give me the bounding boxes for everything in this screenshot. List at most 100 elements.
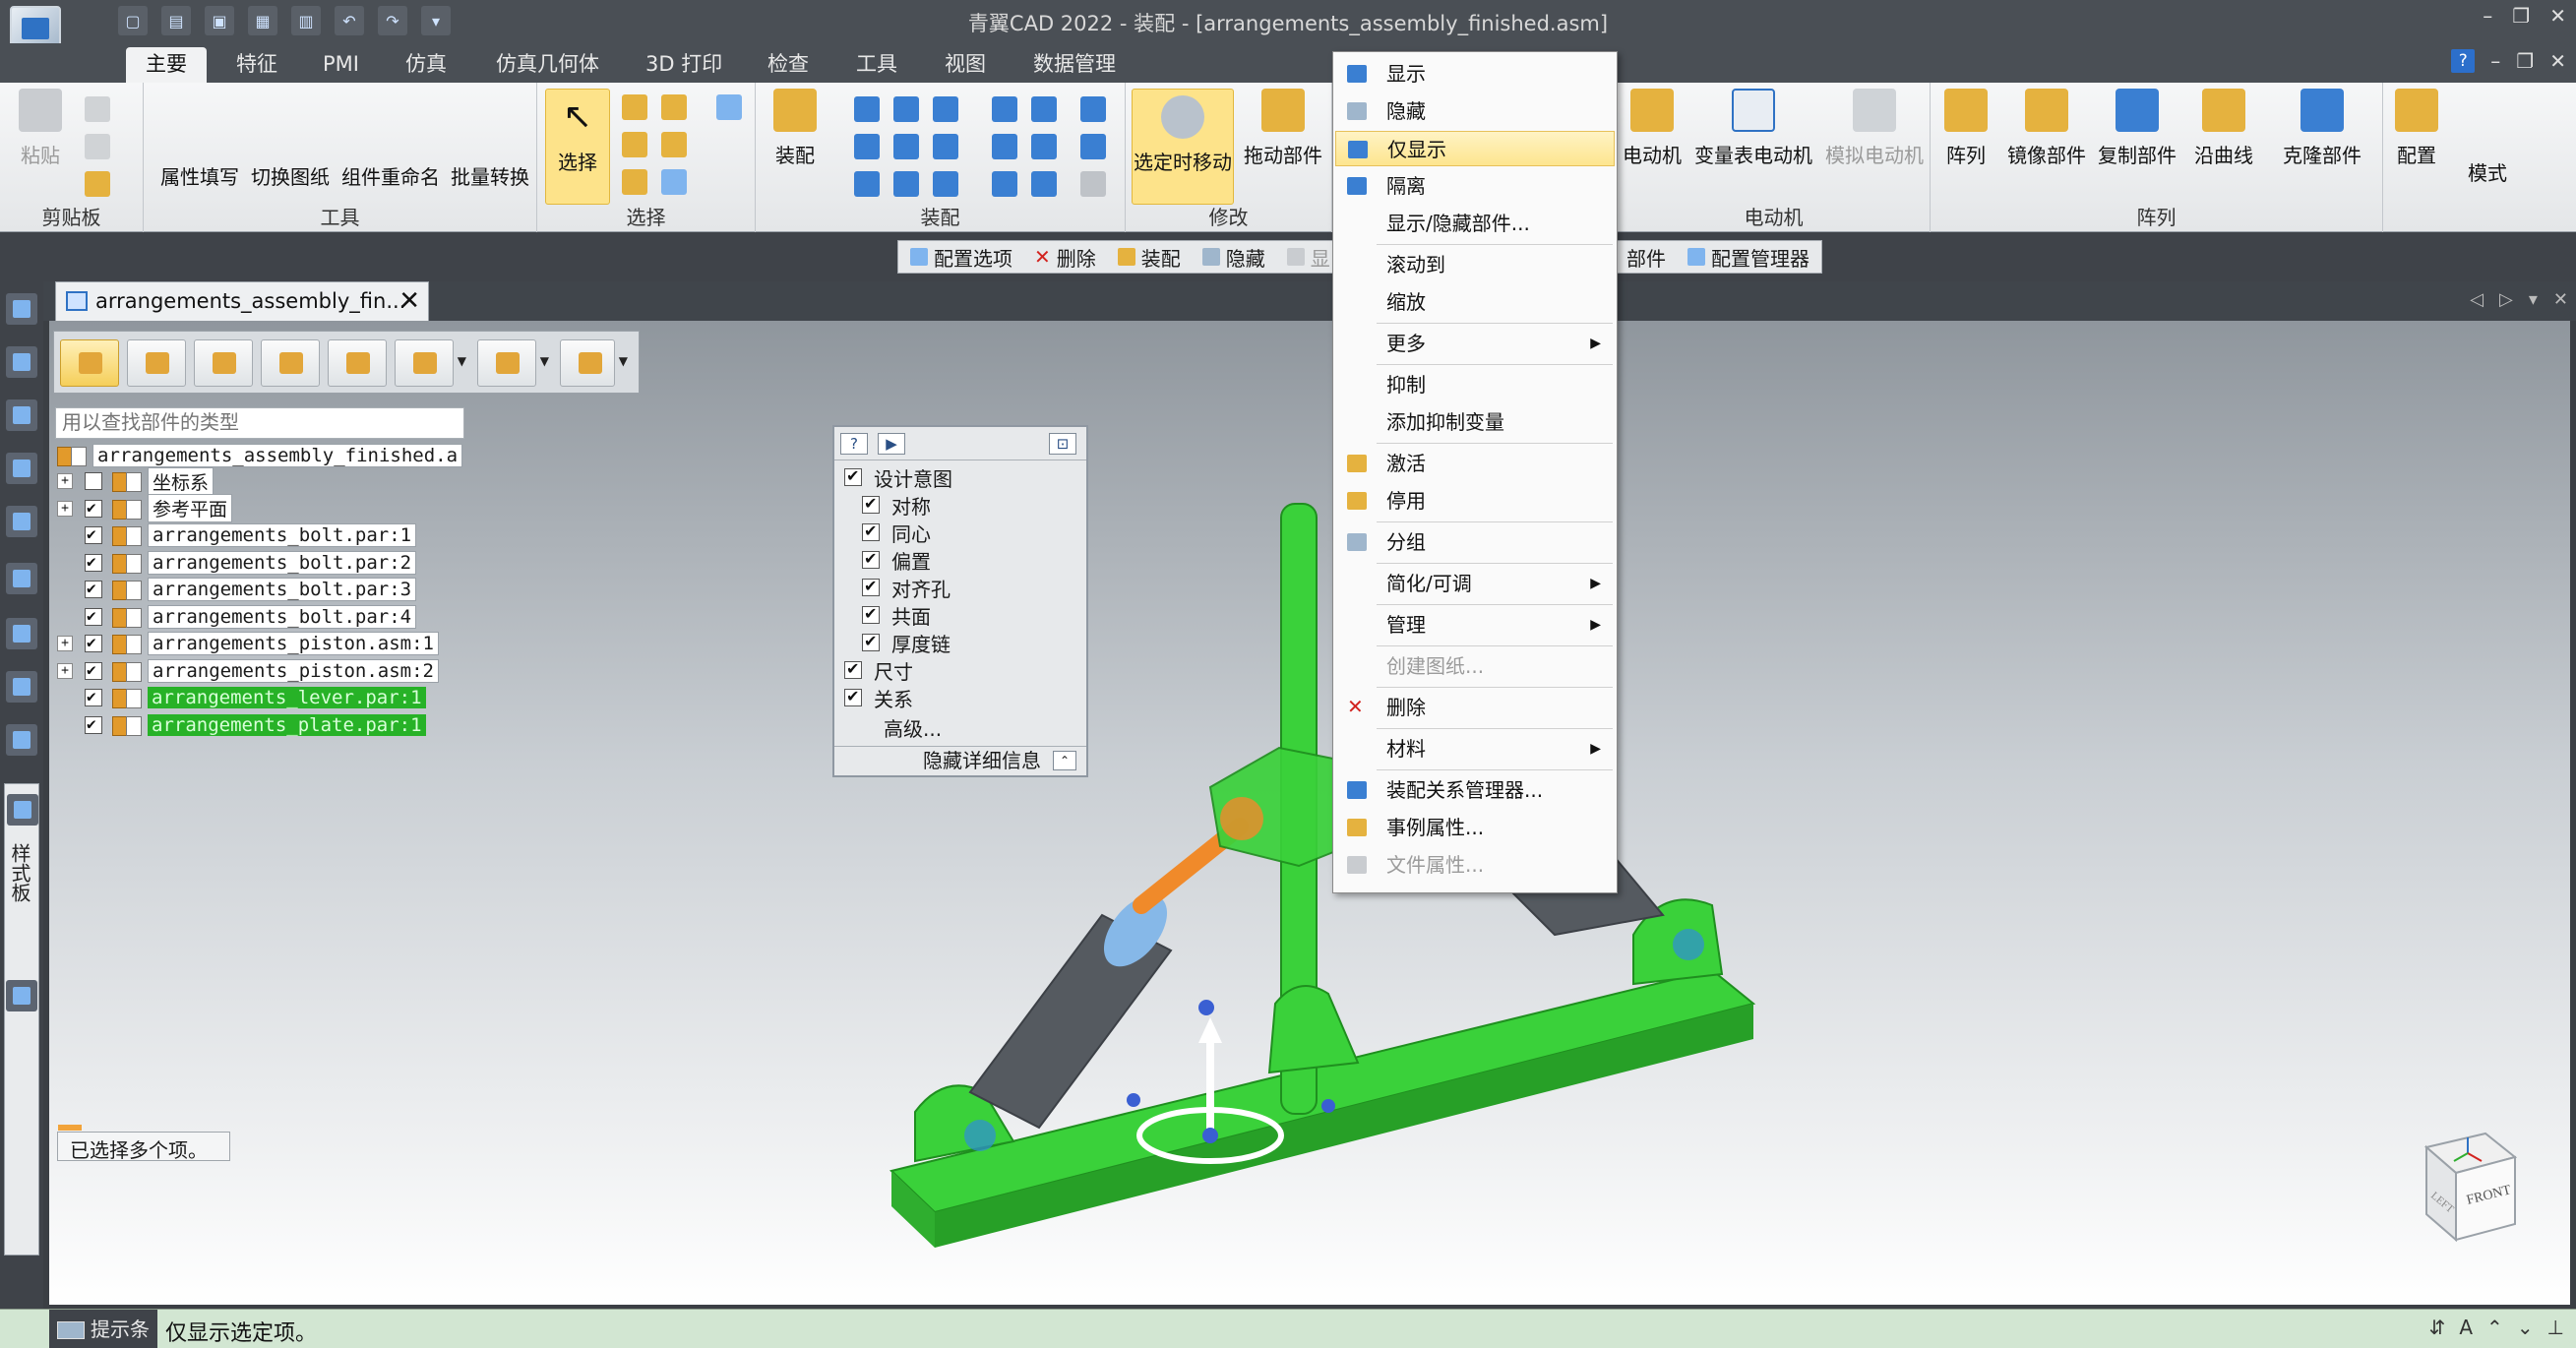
settings-panel-icon[interactable] [6,980,37,1011]
tab-close-icon[interactable]: ✕ [2553,289,2568,310]
panel-play-icon[interactable]: ▶ [878,433,905,455]
tree-item[interactable]: arrangements_lever.par:1 [57,685,426,710]
rigid-icon[interactable] [893,171,919,197]
menu-item[interactable]: 激活 [1335,446,1615,481]
style-board-tab[interactable]: 样式板 [4,783,39,1256]
select-tools-icon[interactable] [661,132,687,157]
relationship-filter-item[interactable]: 关系 [844,685,913,711]
visibility-checkbox[interactable] [85,552,102,572]
visibility-checkbox[interactable] [85,633,102,652]
font-size-icon[interactable]: A [2459,1316,2473,1339]
tab-right-icon[interactable]: ▷ [2499,289,2513,310]
menu-item[interactable]: 创建图纸... [1335,648,1615,684]
visibility-checkbox[interactable] [85,579,102,598]
relationship-filter-item[interactable]: 同心 [862,520,931,546]
layers-icon[interactable] [6,506,37,537]
expander-icon[interactable]: + [57,473,73,489]
assemble-button[interactable]: 装配 [766,89,825,168]
drag-component-button[interactable]: 拖动部件 [1238,89,1328,168]
image-icon[interactable] [6,563,37,594]
restore-button[interactable]: ❐ [2512,4,2530,28]
visibility-checkbox[interactable] [85,714,102,734]
doc-restore-button[interactable]: ❐ [2516,49,2534,73]
select-part-icon[interactable] [661,94,687,120]
cam-icon[interactable] [1080,134,1106,159]
close-tab-icon[interactable]: ✕ [399,282,420,320]
close-button[interactable]: ✕ [2549,4,2566,28]
place-part-icon[interactable] [261,339,320,387]
pattern-button[interactable]: 阵列 [1934,89,1997,168]
config-button[interactable]: 配置 [2385,89,2448,168]
angle-icon[interactable] [933,134,958,159]
tree-item[interactable]: + arrangements_piston.asm:2 [57,658,439,684]
clone-component-button[interactable]: 克隆部件 [2265,89,2379,168]
doc-close-button[interactable]: ✕ [2549,49,2566,73]
select-box-icon[interactable] [622,132,647,157]
relationship-filter-item[interactable]: 对称 [862,492,931,519]
tree-item[interactable]: + 参考平面 [57,494,233,522]
relationship-checkbox[interactable] [862,632,880,651]
match-icon[interactable] [1031,171,1057,197]
relationship-filter-item[interactable]: 厚度链 [862,630,951,656]
format-painter-icon[interactable] [85,171,110,197]
visibility-checkbox[interactable] [85,660,102,680]
menu-item[interactable]: 文件属性... [1335,847,1615,883]
doc-minimize-button[interactable]: – [2490,49,2500,73]
show-parts-icon[interactable] [127,339,186,387]
variable-motor-button[interactable]: 变量表电动机 [1692,89,1814,168]
expander-icon[interactable]: + [57,500,73,517]
structure-view-icon[interactable] [477,339,549,387]
parts-command[interactable]: 部件 [1626,243,1666,272]
relationship-filter-item[interactable]: 设计意图 [844,464,952,491]
relationship-checkbox[interactable] [862,494,880,514]
center-plane-icon[interactable] [933,171,958,197]
tree-item[interactable]: + 坐标系 [57,466,215,496]
advanced-link[interactable]: 高级... [884,714,942,741]
select-quick-icon[interactable] [622,169,647,195]
switch-drawing-button[interactable]: 切换图纸 [246,161,335,190]
dock-icon[interactable]: ⊥ [2547,1316,2564,1339]
graphics-viewport[interactable] [49,321,2570,1305]
dimension-filter-icon[interactable] [395,339,466,387]
mirror-component-button[interactable]: 镜像部件 [1999,89,2094,168]
tab-view[interactable]: 视图 [925,47,1006,83]
property-fill-button[interactable]: 属性填写 [155,161,244,190]
menu-item[interactable]: 分组 [1335,524,1615,560]
view-cube[interactable]: FRONT LEFT [2407,1128,2525,1246]
distance-icon[interactable] [1031,96,1057,122]
relationship-filter-item[interactable]: 尺寸 [844,657,913,684]
config-manager-command[interactable]: 配置管理器 [1687,243,1809,272]
menu-item[interactable]: ✕ 删除 [1335,690,1615,725]
part-search-input[interactable] [55,407,464,439]
tab-simulation-geometry[interactable]: 仿真几何体 [476,47,619,83]
relationship-filter-icon[interactable] [560,339,628,387]
config-options-command[interactable]: 配置选项 [910,243,1012,272]
parallel-icon[interactable] [992,96,1017,122]
visibility-checkbox[interactable] [85,472,102,490]
visibility-checkbox[interactable] [85,498,102,518]
relationship-checkbox[interactable] [862,521,880,541]
menu-item[interactable]: 更多 ▶ [1335,326,1615,361]
visibility-checkbox[interactable] [85,606,102,626]
panel-pin-icon[interactable]: ⊡ [1049,433,1076,455]
move-on-select-button[interactable]: 选定时移动 [1132,89,1234,205]
menu-item[interactable]: 抑制 [1335,367,1615,402]
menu-item[interactable]: 仅显示 [1335,131,1615,166]
menu-item[interactable]: 材料 ▶ [1335,731,1615,766]
menu-item[interactable]: 显示 [1335,56,1615,92]
gear-icon[interactable] [992,134,1017,159]
select-zoom-icon[interactable] [716,94,742,120]
expander-icon[interactable]: + [57,662,73,679]
path-icon[interactable] [854,171,880,197]
connect-icon[interactable] [893,134,919,159]
pathfinder-icon[interactable] [6,293,37,325]
paste-button[interactable]: 粘贴 [6,89,75,168]
scroll-arrows-icon[interactable]: ⇵ [2429,1316,2446,1339]
hide-command[interactable]: 隐藏 [1201,243,1265,272]
collapse-up-icon[interactable]: ⌃ [2486,1316,2503,1339]
ground-icon[interactable] [992,171,1017,197]
menu-item[interactable]: 隐藏 [1335,93,1615,129]
cut-icon[interactable] [85,96,110,122]
add-part-icon[interactable] [194,339,253,387]
simulate-motor-button[interactable]: 模拟电动机 [1822,89,1927,168]
